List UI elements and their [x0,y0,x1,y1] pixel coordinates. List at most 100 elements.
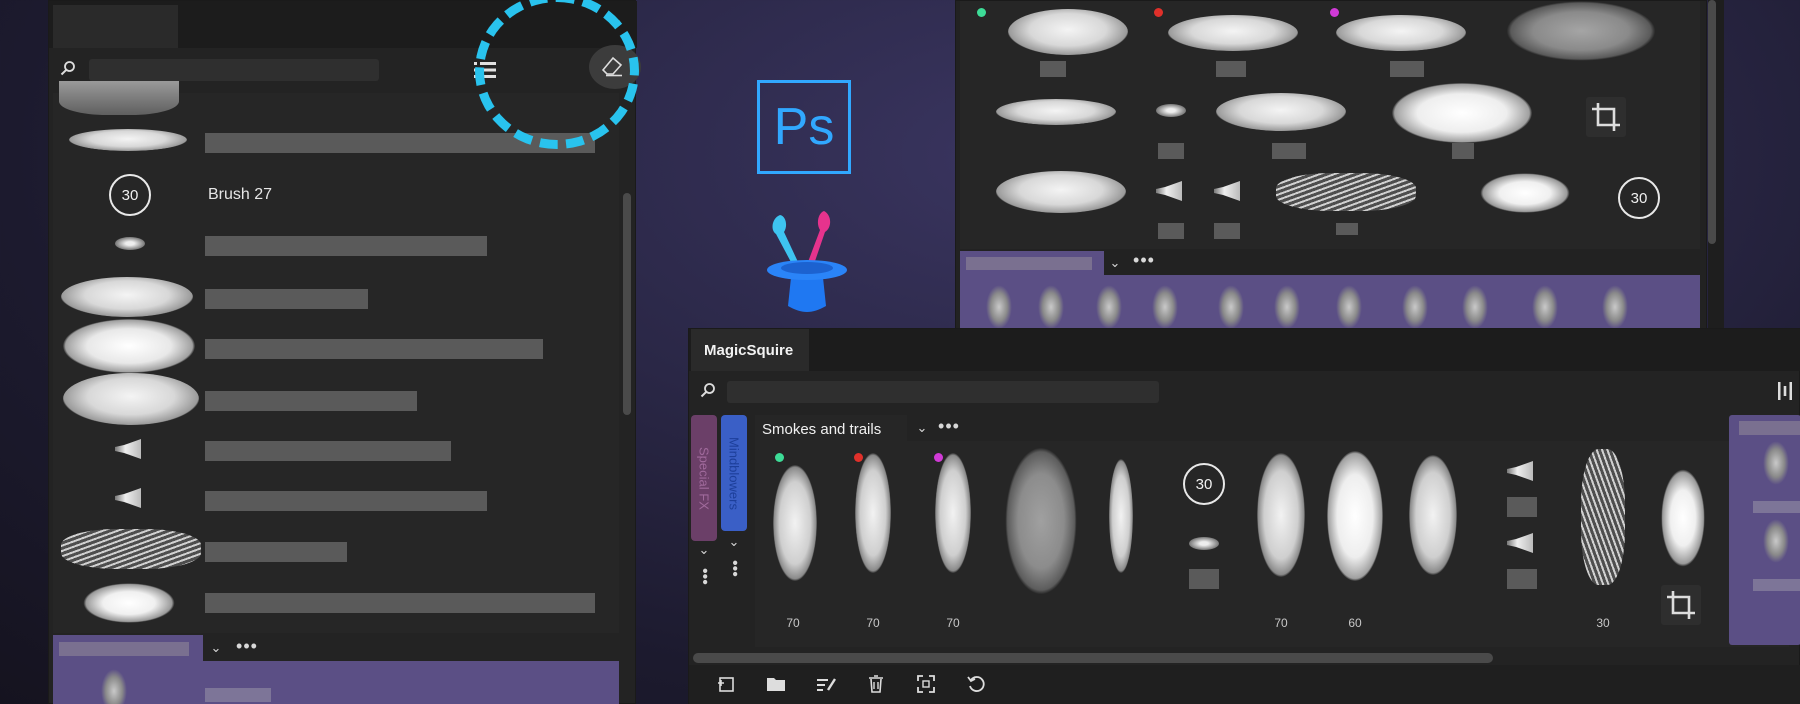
tab-label: MagicSquire [704,341,794,359]
color-tag-dot [854,453,863,462]
small-brush-icon [115,237,145,250]
brush-size-badge: 30 [1618,177,1660,219]
brush-name-placeholder[interactable] [205,339,543,359]
chevron-down-icon[interactable]: ⌄ [695,541,713,559]
brush-thumbnail [1168,15,1298,51]
more-options-icon[interactable]: ••• [937,416,961,436]
brush-thumbnail [83,583,175,623]
more-options-icon[interactable]: ••• [235,636,259,656]
smoke-brush-thumbnail [1763,441,1789,485]
smoke-brush-thumbnail [101,669,127,704]
color-tag-dot [934,453,943,462]
scrollbar-thumb[interactable] [1708,0,1716,244]
color-tag-dot [977,8,986,17]
brush-thumbnail [59,81,179,115]
brush-thumbnail [1216,93,1346,131]
brush-thumbnail [1336,15,1466,51]
photoshop-logo-text: Ps [773,98,835,156]
color-tag-dot [1154,8,1163,17]
set-title[interactable]: Smokes and trails [762,421,881,438]
tab-magicsquire[interactable]: MagicSquire [691,329,809,371]
brush-thumbnail [1392,83,1532,143]
brush-name-placeholder[interactable] [1753,579,1800,591]
scribble-brush-thumbnail [1276,173,1416,211]
side-tab-label: Special FX [696,446,712,510]
more-vertical-icon[interactable]: ••• [696,565,713,587]
new-brush-icon[interactable] [715,673,737,695]
group-name-placeholder[interactable] [1739,421,1800,435]
left-tab[interactable] [53,5,178,48]
search-icon [59,59,77,77]
magicsquire-panel: MagicSquire Special FX Mindblowers ⌄ ⌄ •… [688,328,1800,704]
trash-icon[interactable] [865,673,887,695]
smoke-brush-thumbnail [1218,285,1244,329]
brush-name-placeholder[interactable] [1272,143,1306,159]
brush-name-placeholder[interactable] [205,542,347,562]
brush-name-placeholder[interactable] [205,688,271,702]
scrollbar-thumb[interactable] [693,653,1493,663]
brush-name-placeholder[interactable] [1507,569,1537,589]
brush-name-placeholder[interactable] [205,391,417,411]
side-tab-label: Mindblowers [726,436,742,510]
reset-icon[interactable] [965,673,987,695]
small-brush-icon [1156,104,1186,117]
brush-edit-icon[interactable] [815,673,837,695]
brush-name-placeholder[interactable] [1040,61,1066,77]
brush-size-label: 60 [1348,616,1362,630]
side-tab-mindblowers[interactable]: Mindblowers [721,415,747,531]
group-content [53,661,619,704]
bottom-toolbar [689,665,1800,704]
brush-name-placeholder[interactable] [1158,143,1184,159]
smoke-brush-thumbnail [1462,285,1488,329]
smoke-brush-thumbnail [1038,285,1064,329]
scrollbar-thumb[interactable] [623,193,631,415]
group-name-placeholder[interactable] [966,257,1092,270]
brush-name-placeholder[interactable] [1336,223,1358,235]
brush-name-placeholder[interactable] [205,289,368,309]
chevron-down-icon[interactable]: ⌄ [207,639,225,657]
brush-name-placeholder[interactable] [205,593,595,613]
brush-size-label: 30 [1596,616,1610,630]
column-layout-icon[interactable] [1775,381,1795,401]
brush-name-placeholder[interactable] [1452,143,1474,159]
chevron-down-icon[interactable]: ⌄ [913,419,931,437]
chevron-down-icon[interactable]: ⌄ [1106,254,1124,272]
folder-icon[interactable] [765,673,787,695]
search-input[interactable] [727,381,1159,403]
more-options-icon[interactable]: ••• [1132,250,1156,270]
brush-size-label: 70 [786,616,800,630]
brush-thumbnail [63,319,195,373]
brush-name-placeholder[interactable] [1158,223,1184,239]
brush-name[interactable]: Brush 27 [208,186,272,204]
search-icon [699,381,717,399]
brush-name-placeholder[interactable] [1753,501,1800,513]
brush-thumbnail [63,373,199,425]
crop-icon [1588,99,1624,135]
set-title-bar: Smokes and trails [755,415,907,443]
brush-thumbnail [773,465,817,581]
fit-view-icon[interactable] [915,673,937,695]
brush-name-placeholder[interactable] [1216,61,1246,77]
smoke-brush-thumbnail [1602,285,1628,329]
brush-name-placeholder[interactable] [1189,569,1219,589]
brush-thumbnail [996,171,1126,213]
brush-name-placeholder[interactable] [1214,223,1240,239]
brush-size-label: 70 [1274,616,1288,630]
group-name-placeholder[interactable] [59,642,189,656]
brush-thumbnail [69,129,187,151]
smoke-brush-thumbnail [1402,285,1428,329]
color-tag-dot [1330,8,1339,17]
smoke-brush-thumbnail [1274,285,1300,329]
side-tab-special-fx[interactable]: Special FX [691,415,717,541]
small-brush-icon [1189,537,1219,550]
brush-thumbnail [1327,451,1383,581]
brush-name-placeholder[interactable] [205,236,487,256]
brush-name-placeholder[interactable] [1390,61,1424,77]
more-vertical-icon[interactable]: ••• [726,557,743,579]
brush-name-placeholder[interactable] [205,491,487,511]
brush-thumbnail [1257,453,1305,577]
search-input[interactable] [89,59,379,81]
brush-name-placeholder[interactable] [1507,497,1537,517]
chevron-down-icon[interactable]: ⌄ [725,533,743,551]
brush-name-placeholder[interactable] [205,441,451,461]
